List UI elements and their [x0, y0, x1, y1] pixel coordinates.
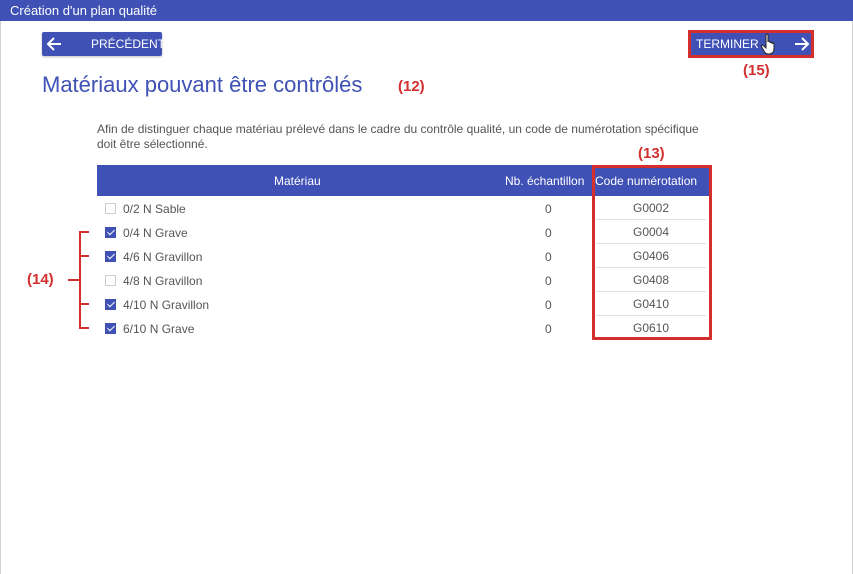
sample-count: 0: [545, 322, 552, 336]
arrow-left-icon: [46, 37, 61, 51]
row-checkbox[interactable]: [105, 227, 116, 238]
annotation-box-finish: [688, 30, 814, 58]
sample-count: 0: [545, 250, 552, 264]
annotation-label-15: (15): [743, 62, 770, 79]
annotation-bracket-checkboxes: [68, 231, 89, 329]
sample-count: 0: [545, 298, 552, 312]
row-checkbox[interactable]: [105, 203, 116, 214]
material-name: 6/10 N Grave: [123, 322, 195, 336]
previous-button[interactable]: PRÉCÉDENT: [42, 32, 166, 56]
page-description: Afin de distinguer chaque matériau préle…: [97, 122, 699, 151]
row-checkbox[interactable]: [105, 299, 116, 310]
annotation-box-code-column: [592, 165, 712, 340]
material-name: 4/6 N Gravillon: [123, 250, 203, 264]
row-checkbox[interactable]: [105, 251, 116, 262]
window-title: Création d'un plan qualité: [0, 0, 853, 21]
row-checkbox[interactable]: [105, 275, 116, 286]
material-name: 4/10 N Gravillon: [123, 298, 210, 312]
annotation-label-14: (14): [27, 271, 54, 288]
annotation-label-12: (12): [398, 78, 425, 95]
previous-button-label: PRÉCÉDENT: [91, 37, 166, 51]
material-name: 0/2 N Sable: [123, 202, 186, 216]
row-checkbox[interactable]: [105, 323, 116, 334]
sample-count: 0: [545, 274, 552, 288]
sample-count: 0: [545, 226, 552, 240]
material-name: 0/4 N Grave: [123, 226, 188, 240]
annotation-label-13: (13): [638, 145, 665, 162]
material-name: 4/8 N Gravillon: [123, 274, 203, 288]
sample-count: 0: [545, 202, 552, 216]
column-header-material[interactable]: Matériau: [274, 174, 321, 188]
page-title: Matériaux pouvant être contrôlés: [42, 72, 363, 97]
column-header-samples[interactable]: Nb. échantillon: [505, 174, 584, 188]
